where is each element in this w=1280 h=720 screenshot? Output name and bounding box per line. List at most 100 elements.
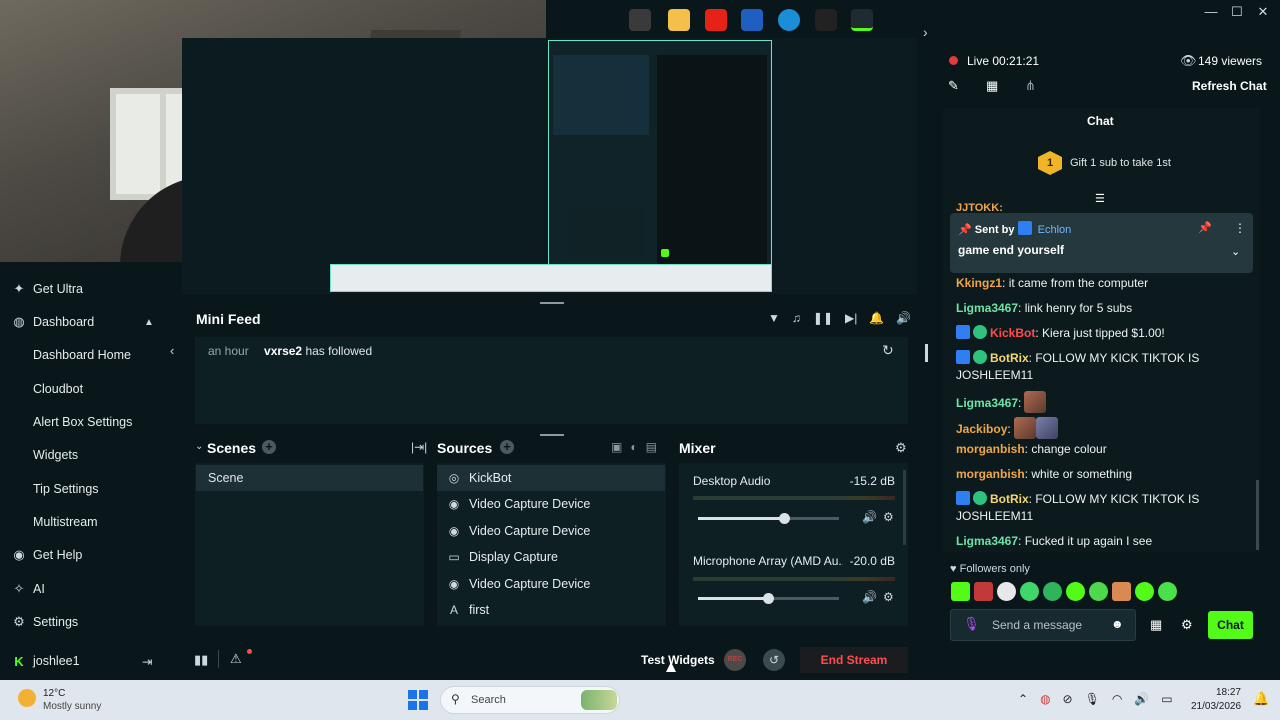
store-icon[interactable]: ▦	[1150, 617, 1162, 633]
bell-icon[interactable]: 🔔	[869, 311, 884, 325]
chat-message[interactable]: Jackiboy:	[956, 417, 1252, 439]
clock-date[interactable]: 21/03/2026	[1191, 701, 1241, 712]
scene-transition-icon[interactable]: |⇥|	[411, 440, 427, 454]
close-button[interactable]: ✕	[1252, 3, 1274, 21]
emote-icon[interactable]	[1066, 582, 1085, 601]
file-explorer-icon[interactable]	[668, 9, 690, 31]
replay-icon[interactable]: ↻	[882, 342, 894, 359]
mixer-scrollbar[interactable]	[903, 470, 906, 545]
store-app-icon[interactable]	[741, 9, 763, 31]
volume-slider-knob[interactable]	[763, 593, 774, 604]
chat-message[interactable]: morganbish: white or something	[956, 466, 1252, 483]
mixer-settings-icon[interactable]: ⚙	[895, 440, 907, 456]
sidebar-item-get-ultra[interactable]: ✦ Get Ultra	[0, 274, 182, 304]
end-stream-button[interactable]: End Stream	[800, 647, 908, 673]
collapse-sidebar-icon[interactable]: ‹	[170, 343, 174, 358]
taskbar-search[interactable]: ⚲ Search	[440, 686, 620, 714]
sidebar-item-multistream[interactable]: Multistream	[0, 507, 182, 537]
emote-icon[interactable]	[974, 582, 993, 601]
weather-desc[interactable]: Mostly sunny	[43, 701, 101, 712]
microphone-icon[interactable]: 🎙	[963, 616, 980, 632]
gear-icon[interactable]: ⚙	[883, 590, 894, 604]
replay-buffer-icon[interactable]: ↺	[763, 649, 785, 671]
gift-sub-text[interactable]: Gift 1 sub to take 1st	[1070, 157, 1171, 169]
emote-icon[interactable]	[1020, 582, 1039, 601]
test-widgets-button[interactable]: Test Widgets	[641, 653, 715, 667]
layers-icon[interactable]: ▣	[611, 440, 622, 454]
alert-icon[interactable]: ⚠	[230, 651, 242, 667]
source-item[interactable]: ◉ Video Capture Device	[437, 571, 665, 597]
sidebar-item-widgets[interactable]: Widgets	[0, 440, 182, 470]
sidebar-item-get-help[interactable]: ◉ Get Help	[0, 540, 182, 570]
pause-icon[interactable]: ❚❚	[813, 311, 833, 325]
amazon-icon[interactable]	[815, 9, 837, 31]
sidebar-item-cloudbot[interactable]: Cloudbot	[0, 374, 182, 404]
notification-bell-icon[interactable]: 🔔	[1253, 691, 1269, 707]
speaker-icon[interactable]: 🔊	[862, 590, 877, 604]
network-off-icon[interactable]: ⊘	[1063, 692, 1073, 706]
stats-icon[interactable]: ▮▮	[194, 652, 208, 668]
sidebar-item-ai[interactable]: ✧ AI	[0, 574, 182, 604]
minimize-button[interactable]: —	[1200, 3, 1222, 21]
folder-icon[interactable]: ▤	[646, 440, 657, 454]
emote-icon[interactable]	[1135, 582, 1154, 601]
filter-icon[interactable]: ▼	[768, 311, 780, 325]
scrollbar[interactable]	[925, 344, 928, 362]
more-icon[interactable]: ⋮	[1234, 221, 1246, 235]
sidebar-item-dashboard[interactable]: ◍ Dashboard ▲	[0, 307, 182, 337]
task-view-icon[interactable]	[629, 9, 651, 31]
add-source-icon[interactable]: +	[500, 440, 514, 454]
emote-icon[interactable]	[1158, 582, 1177, 601]
collapse-icon[interactable]: ☰	[1095, 192, 1105, 205]
music-icon[interactable]: ♫	[792, 311, 801, 325]
weather-temp[interactable]: 12°C	[43, 688, 65, 699]
add-scene-icon[interactable]: +	[262, 440, 276, 454]
speaker-icon[interactable]: 🔊	[1134, 692, 1149, 706]
source-item[interactable]: Afirst	[437, 597, 665, 623]
youtube-icon[interactable]	[705, 9, 727, 31]
emote-icon[interactable]	[997, 582, 1016, 601]
edge-icon[interactable]	[778, 9, 800, 31]
chevron-up-icon[interactable]: ▲	[144, 317, 154, 328]
logout-icon[interactable]: ⇥	[142, 654, 152, 669]
pin-icon[interactable]: 📌	[1198, 221, 1212, 234]
sidebar-item-tip-settings[interactable]: Tip Settings	[0, 474, 182, 504]
chat-message[interactable]: BotRix: FOLLOW MY KICK TIKTOK IS JOSHLEE…	[956, 491, 1252, 525]
chat-input[interactable]: 🎙 Send a message ☻	[950, 609, 1136, 641]
gear-icon[interactable]: ⚙	[1181, 617, 1193, 633]
chevron-down-icon[interactable]: ⌄	[1231, 245, 1240, 258]
app-tray-icon[interactable]: ◍	[1040, 692, 1050, 706]
store-icon[interactable]: ▦	[986, 78, 998, 94]
source-item[interactable]: ▭ Display Capture	[437, 544, 665, 570]
chat-message[interactable]: KickBot: Kiera just tipped $1.00!	[956, 325, 1252, 342]
refresh-chat-button[interactable]: Refresh Chat	[1192, 79, 1267, 93]
source-item[interactable]: ◉ Video Capture Device	[437, 518, 665, 544]
send-chat-button[interactable]: Chat	[1208, 611, 1253, 639]
scene-item[interactable]: Scene	[196, 465, 423, 491]
share-icon[interactable]: ⋔	[1025, 78, 1036, 94]
preview-capture[interactable]	[548, 40, 772, 292]
battery-icon[interactable]: ▭	[1161, 692, 1172, 706]
emoji-icon[interactable]: ☻	[1111, 617, 1124, 631]
chat-message[interactable]: Ligma3467: Fucked it up again I see	[956, 533, 1252, 550]
chevron-right-icon[interactable]: ›	[923, 24, 928, 40]
skip-icon[interactable]: ▶|	[845, 311, 857, 325]
emote-icon[interactable]	[1112, 582, 1131, 601]
visibility-icon[interactable]: ◐	[630, 440, 637, 454]
chat-message[interactable]: morganbish: change colour	[956, 441, 1252, 458]
emote-icon[interactable]	[1043, 582, 1062, 601]
sidebar-item-alert-box[interactable]: Alert Box Settings	[0, 407, 182, 437]
source-item[interactable]: ◉ Video Capture Device	[437, 491, 665, 517]
sidebar-item-dashboard-home[interactable]: Dashboard Home	[0, 340, 182, 370]
chat-message[interactable]: Kkingz1: it came from the computer	[956, 275, 1252, 292]
resize-handle[interactable]	[540, 302, 564, 304]
streaming-app-icon[interactable]	[851, 9, 873, 31]
emote-icon[interactable]	[1089, 582, 1108, 601]
chat-message[interactable]: Ligma3467:	[956, 391, 1252, 413]
chat-message[interactable]: Ligma3467: link henry for 5 subs	[956, 300, 1252, 317]
wifi-icon[interactable]: ◠	[1112, 692, 1122, 706]
emote-icon[interactable]	[951, 582, 970, 601]
microphone-icon[interactable]: 🎙	[1085, 692, 1100, 706]
rec-button[interactable]: REC	[724, 649, 746, 671]
gear-icon[interactable]: ⚙	[883, 510, 894, 524]
